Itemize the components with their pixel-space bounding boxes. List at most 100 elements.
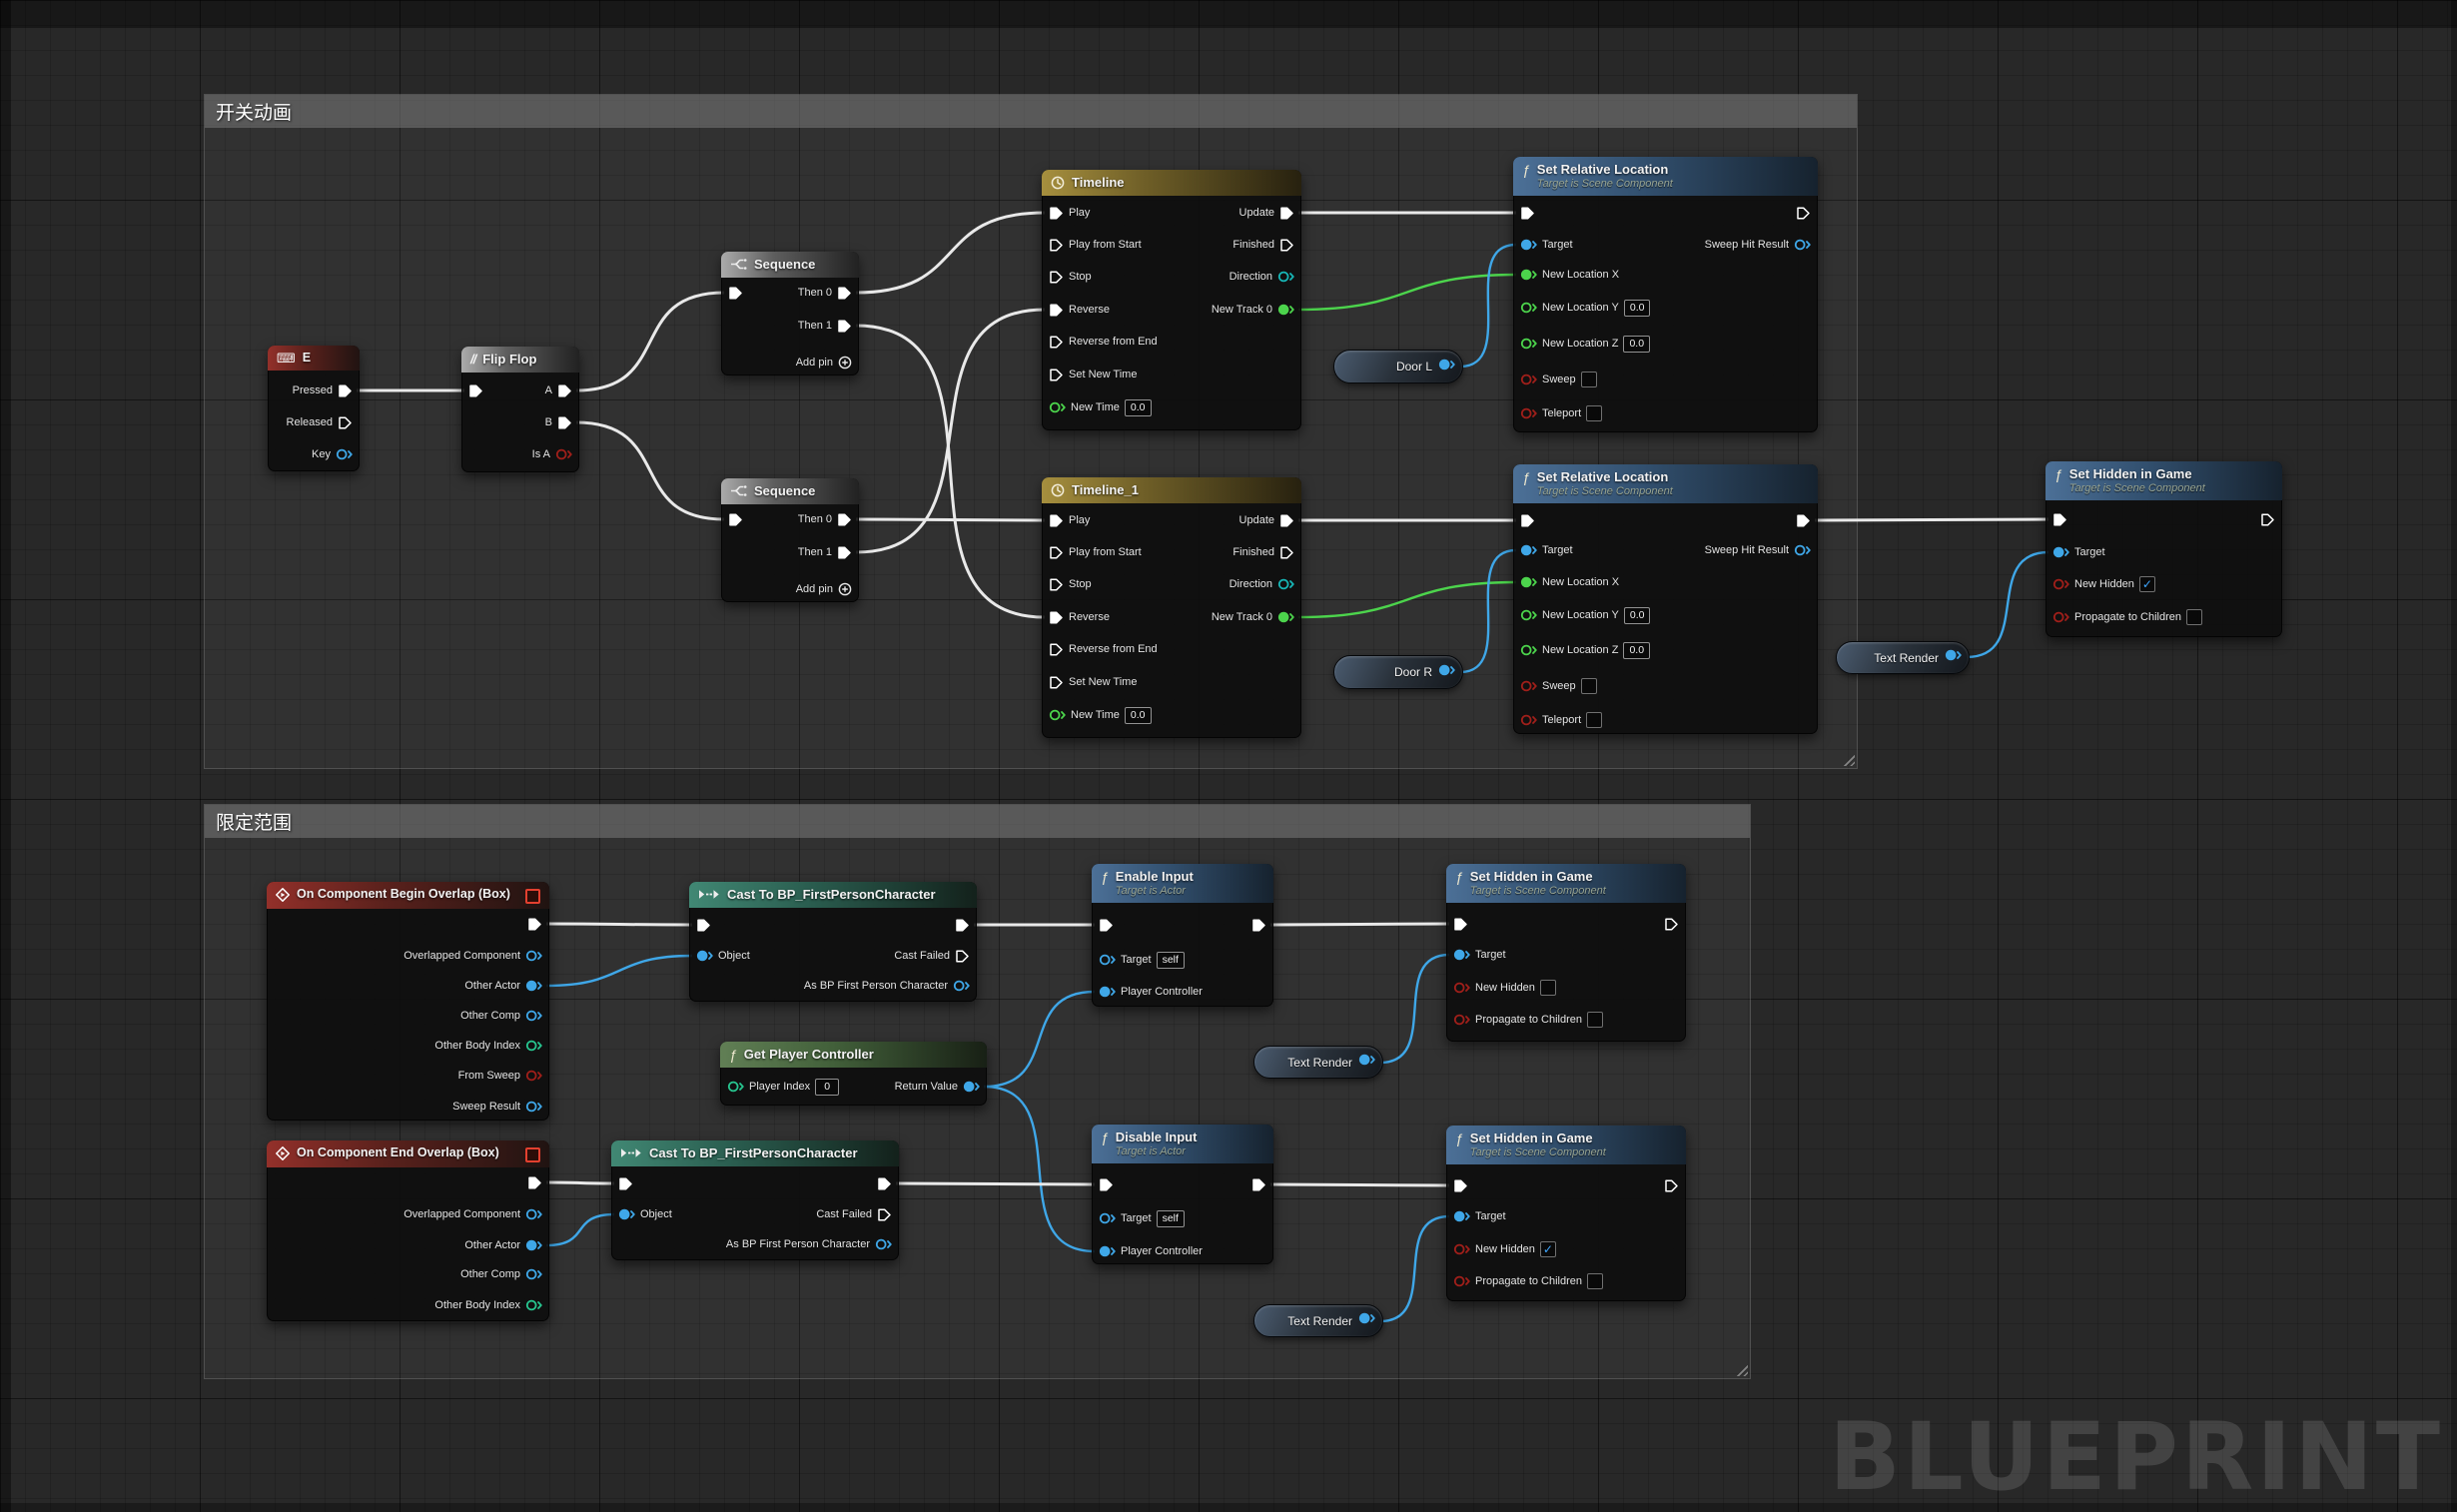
node-cast2[interactable]: Cast To BP_FirstPersonCharacterObjectCas… (611, 1140, 899, 1260)
exec-pin-icon[interactable] (1049, 513, 1064, 528)
pin-begin-bodyindex[interactable]: Other Body Index (434, 1037, 542, 1055)
node-header[interactable]: ƒDisable InputTarget is Actor (1092, 1125, 1273, 1163)
node-doorr[interactable]: Door R (1333, 655, 1463, 689)
pin-srl2-in[interactable] (1520, 511, 1540, 529)
data-pin-icon[interactable] (1453, 981, 1470, 995)
exec-pin-icon[interactable] (837, 319, 852, 334)
pin-end-comp[interactable]: Overlapped Component (404, 1205, 542, 1223)
pin-checkbox[interactable] (1586, 405, 1602, 421)
exec-pin-icon[interactable] (1520, 513, 1535, 528)
node-srl2[interactable]: ƒSet Relative LocationTarget is Scene Co… (1513, 464, 1818, 734)
pin-srl1-out[interactable] (1791, 204, 1811, 222)
data-pin-icon[interactable] (525, 1100, 542, 1114)
pin-srl2-nlx[interactable]: New Location X (1520, 573, 1619, 591)
exec-pin-icon[interactable] (877, 1176, 892, 1191)
data-pin-icon[interactable] (1520, 337, 1537, 351)
data-pin-icon[interactable] (1794, 238, 1811, 252)
pin-sh2-newhidden[interactable]: New Hidden (1453, 979, 1556, 997)
pin-tl2-newtime[interactable]: New Time0.0 (1049, 706, 1152, 724)
pin-checkbox[interactable] (1581, 372, 1597, 387)
data-pin-icon[interactable] (2052, 577, 2069, 591)
exec-pin-icon[interactable] (1251, 1177, 1266, 1192)
exec-pin-icon[interactable] (837, 545, 852, 560)
pin-cast1-castfailed[interactable]: Cast Failed (894, 947, 970, 965)
node-header[interactable]: ƒSet Hidden in GameTarget is Scene Compo… (1446, 1126, 1686, 1164)
node-tr1[interactable]: Text Render (1836, 641, 1970, 674)
exec-pin-icon[interactable] (1049, 642, 1064, 657)
node-gpc[interactable]: ƒGet Player ControllerPlayer Index0Retur… (720, 1042, 987, 1106)
pin-sh3-target[interactable]: Target (1453, 1207, 1506, 1225)
exec-pin-icon[interactable] (696, 918, 711, 933)
pin-enable-pc[interactable]: Player Controller (1099, 983, 1203, 1001)
data-pin-icon[interactable] (525, 1009, 542, 1023)
pin-checkbox[interactable]: ✓ (1540, 1241, 1556, 1257)
pin-cast2-in[interactable] (618, 1174, 638, 1192)
pin-seq1-then0[interactable]: Then 0 (798, 284, 852, 302)
pin-sh3-newhidden[interactable]: New Hidden✓ (1453, 1240, 1556, 1258)
data-pin-icon[interactable] (1277, 610, 1294, 624)
node-header[interactable]: On Component End Overlap (Box) (267, 1140, 549, 1167)
data-pin-icon[interactable] (1453, 1209, 1470, 1223)
node-tl2[interactable]: Timeline_1PlayPlay from StartStopReverse… (1042, 477, 1301, 738)
exec-pin-icon[interactable] (1049, 545, 1064, 560)
pin-sh2-in[interactable] (1453, 915, 1473, 933)
node-srl1[interactable]: ƒSet Relative LocationTarget is Scene Co… (1513, 157, 1818, 432)
pin-checkbox[interactable] (1587, 1273, 1603, 1289)
pin-sh3-out[interactable] (1659, 1176, 1679, 1194)
data-pin-icon[interactable] (1049, 708, 1066, 722)
exec-pin-icon[interactable] (1279, 238, 1294, 253)
pin-cast2-object[interactable]: Object (618, 1205, 672, 1223)
exec-pin-icon[interactable] (557, 415, 572, 430)
data-pin-icon[interactable] (727, 1080, 744, 1094)
pin-enable-in[interactable] (1099, 916, 1119, 934)
node-enable[interactable]: ƒEnable InputTarget is ActorTargetselfPl… (1092, 864, 1273, 1007)
pin-srl2-out[interactable] (1791, 511, 1811, 529)
pin-cast1-out[interactable] (950, 916, 970, 934)
node-header[interactable]: Sequence (721, 478, 859, 504)
exec-pin-icon[interactable] (877, 1207, 892, 1222)
node-key-e[interactable]: ⌨EPressedReleasedKey (268, 346, 360, 471)
data-pin-icon[interactable] (525, 1298, 542, 1312)
pin-end-otheractor[interactable]: Other Actor (464, 1236, 542, 1254)
node-begin[interactable]: On Component Begin Overlap (Box)Overlapp… (267, 882, 549, 1121)
pin-srl1-in[interactable] (1520, 204, 1540, 222)
pin-end-exec[interactable] (522, 1173, 542, 1191)
variable-pin-icon[interactable] (1358, 1053, 1375, 1072)
pin-seq1-in[interactable] (728, 284, 748, 302)
pin-cast1-object[interactable]: Object (696, 947, 750, 965)
data-pin-icon[interactable] (1520, 713, 1537, 727)
node-flipflop[interactable]: //Flip FlopABIs A (461, 347, 579, 472)
pin-tl1-update[interactable]: Update (1239, 204, 1294, 222)
pin-key-e-released[interactable]: Released (287, 413, 353, 431)
data-pin-icon[interactable] (1277, 577, 1294, 591)
pin-enable-out[interactable] (1246, 916, 1266, 934)
pin-tl1-reverse[interactable]: Reverse (1049, 301, 1110, 319)
exec-pin-icon[interactable] (1049, 303, 1064, 318)
variable-pin-icon[interactable] (1438, 358, 1455, 377)
data-pin-icon[interactable] (525, 1039, 542, 1053)
pin-tl1-direction[interactable]: Direction (1229, 268, 1294, 286)
data-pin-icon[interactable] (1520, 643, 1537, 657)
pin-srl1-shr[interactable]: Sweep Hit Result (1705, 236, 1811, 254)
data-pin-icon[interactable] (2052, 545, 2069, 559)
exec-pin-icon[interactable] (1251, 918, 1266, 933)
data-pin-icon[interactable] (525, 949, 542, 963)
pin-value-box[interactable]: 0.0 (1125, 399, 1152, 416)
pin-srl1-nly[interactable]: New Location Y0.0 (1520, 299, 1650, 317)
pin-value-box[interactable]: self (1157, 952, 1185, 969)
pin-sh3-in[interactable] (1453, 1176, 1473, 1194)
pin-tl1-stop[interactable]: Stop (1049, 268, 1092, 286)
pin-sh2-out[interactable] (1659, 915, 1679, 933)
exec-pin-icon[interactable] (527, 917, 542, 932)
node-seq2[interactable]: SequenceThen 0Then 1Add pin (721, 478, 859, 602)
data-pin-icon[interactable] (525, 1238, 542, 1252)
node-header[interactable]: Cast To BP_FirstPersonCharacter (611, 1140, 899, 1166)
pin-tl1-track[interactable]: New Track 0 (1212, 301, 1294, 319)
variable-pin-icon[interactable] (1438, 663, 1455, 682)
exec-pin-icon[interactable] (1049, 368, 1064, 382)
data-pin-icon[interactable] (1520, 575, 1537, 589)
pin-srl1-sweep[interactable]: Sweep (1520, 371, 1597, 388)
pin-srl2-shr[interactable]: Sweep Hit Result (1705, 541, 1811, 559)
pin-tl1-finished[interactable]: Finished (1232, 236, 1294, 254)
pin-tl2-stop[interactable]: Stop (1049, 575, 1092, 593)
